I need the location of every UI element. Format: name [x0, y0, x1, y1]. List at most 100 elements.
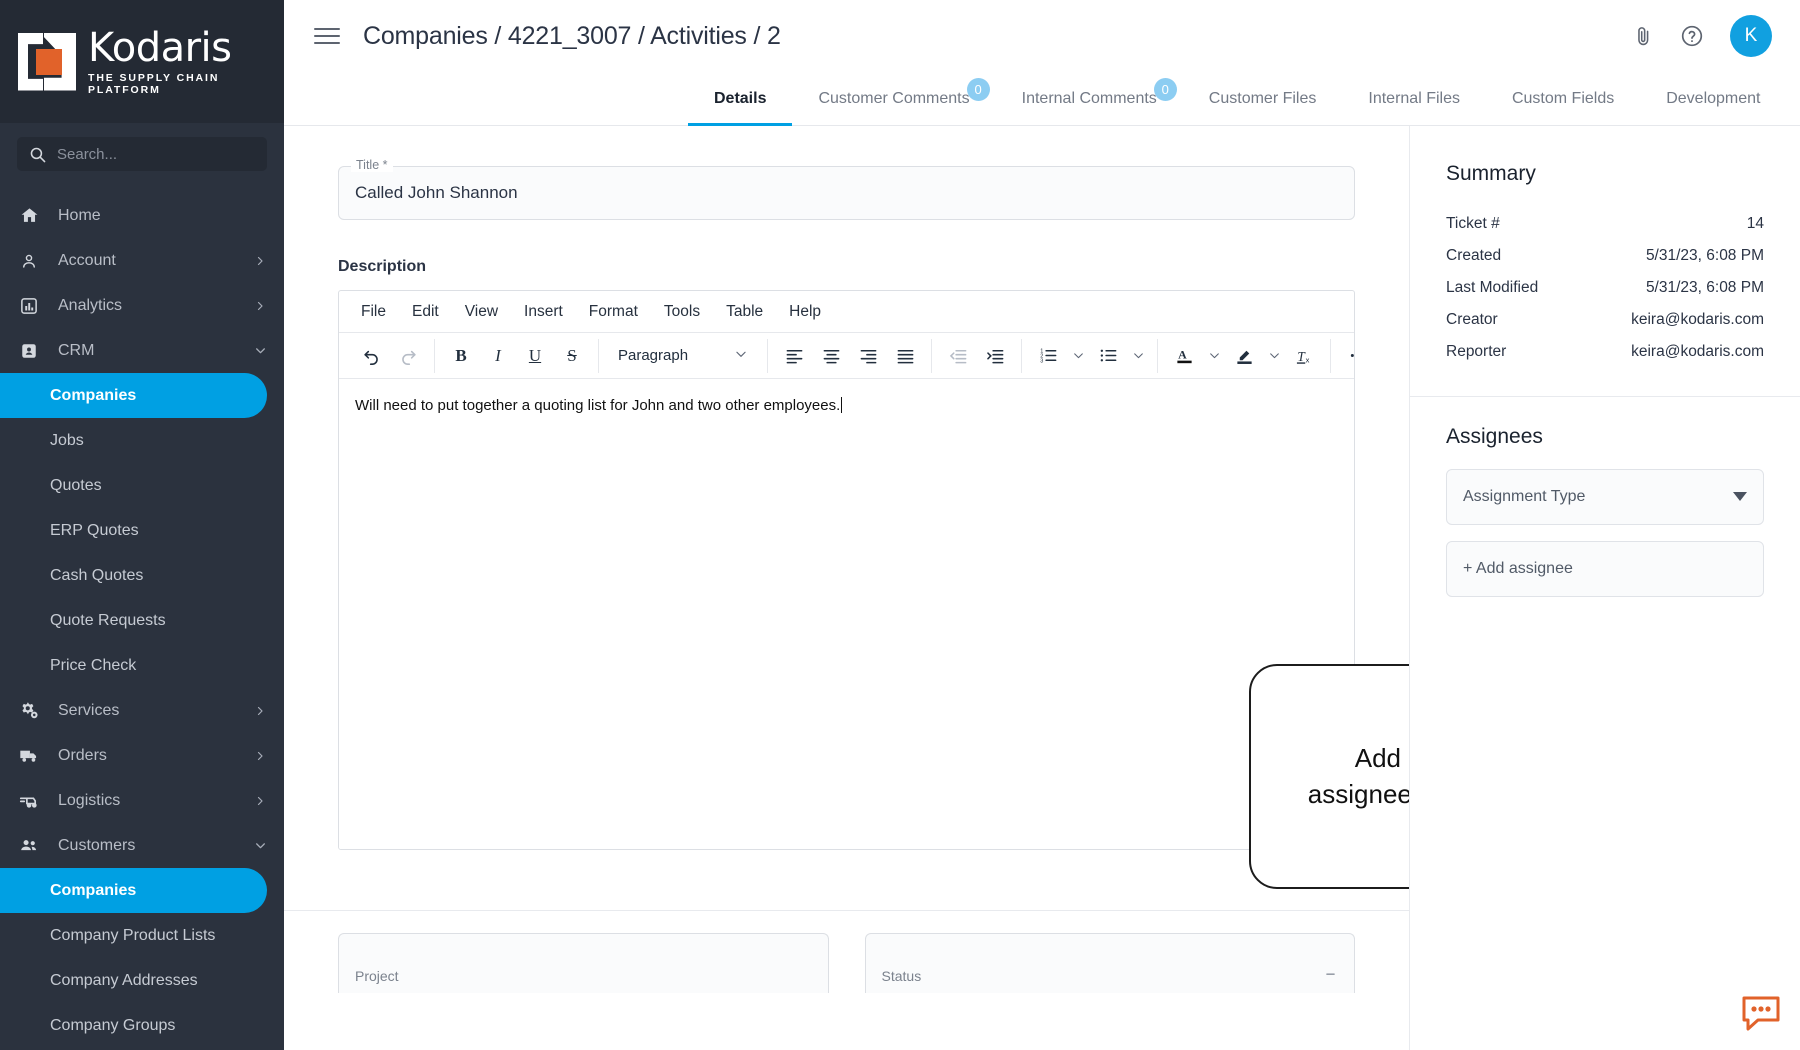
annotation-callout: Add any notes, assignees, etc needed.	[1249, 664, 1409, 889]
menu-tools[interactable]: Tools	[652, 299, 712, 325]
chevron-down-icon	[254, 839, 268, 852]
align-right-icon[interactable]	[851, 339, 885, 373]
menu-insert[interactable]: Insert	[512, 299, 575, 325]
align-left-icon[interactable]	[777, 339, 811, 373]
outdent-icon[interactable]	[941, 339, 975, 373]
add-assignee-button[interactable]: + Add assignee	[1446, 541, 1764, 597]
toolbar-group-history	[345, 338, 435, 373]
sidebar-item-quotes[interactable]: Quotes	[0, 463, 284, 508]
tab-label: Customer Comments	[818, 89, 970, 107]
align-center-icon[interactable]	[814, 339, 848, 373]
menu-help[interactable]: Help	[777, 299, 833, 325]
paperclip-icon[interactable]	[1632, 25, 1654, 47]
tab-customer-comments[interactable]: Customer Comments 0	[792, 72, 995, 125]
align-justify-icon[interactable]	[888, 339, 922, 373]
project-field[interactable]: Project	[338, 933, 829, 993]
sidebar-item-label: Price Check	[50, 656, 137, 674]
bulleted-list-icon[interactable]	[1091, 339, 1125, 373]
details-form-column: Title * Called John Shannon Description …	[284, 126, 1410, 1050]
editor-toolbar: B I U S Paragraph 1 2 3 A T x	[339, 333, 1354, 379]
help-circle-icon[interactable]	[1680, 24, 1704, 48]
assignment-type-select[interactable]: Assignment Type	[1446, 469, 1764, 525]
sidebar-item-label: Orders	[58, 746, 107, 764]
text-color-chevron-down-icon[interactable]	[1204, 339, 1224, 373]
status-dropdown-arrow-icon	[1323, 967, 1338, 983]
toolbar-group-format-select: Paragraph	[599, 338, 768, 373]
sidebar-item-label: Services	[58, 701, 120, 719]
menu-format[interactable]: Format	[577, 299, 650, 325]
numbered-list-chevron-down-icon[interactable]	[1068, 339, 1088, 373]
sidebar-item-quote-requests[interactable]: Quote Requests	[0, 598, 284, 643]
numbered-list-icon[interactable]: 123	[1031, 339, 1065, 373]
tab-development[interactable]: Development	[1640, 72, 1786, 125]
sidebar-item-company-product-lists[interactable]: Company Product Lists	[0, 913, 284, 958]
assignment-type-placeholder: Assignment Type	[1463, 488, 1586, 505]
indent-icon[interactable]	[978, 339, 1012, 373]
more-options-icon[interactable]	[1340, 339, 1354, 373]
text-color-icon[interactable]: A	[1167, 339, 1201, 373]
tab-customer-files[interactable]: Customer Files	[1183, 72, 1343, 125]
app-root: Kodaris THE SUPPLY CHAIN PLATFORM Home	[0, 0, 1800, 1050]
chat-support-icon[interactable]	[1738, 990, 1784, 1036]
search-box[interactable]	[17, 137, 267, 171]
breadcrumb[interactable]: Companies / 4221_3007 / Activities / 2	[363, 22, 781, 51]
status-field[interactable]: Status	[864, 933, 1355, 993]
toolbar-group-lists: 123	[1022, 338, 1158, 373]
highlight-color-chevron-down-icon[interactable]	[1264, 339, 1284, 373]
summary-value: keira@kodaris.com	[1631, 311, 1764, 328]
bold-icon[interactable]: B	[444, 339, 478, 373]
sidebar-item-jobs[interactable]: Jobs	[0, 418, 284, 463]
menu-table[interactable]: Table	[714, 299, 775, 325]
sidebar-item-cash-quotes[interactable]: Cash Quotes	[0, 553, 284, 598]
search-icon	[30, 147, 46, 162]
tab-details[interactable]: Details	[688, 72, 793, 126]
menu-view[interactable]: View	[453, 299, 510, 325]
brand-tagline: THE SUPPLY CHAIN PLATFORM	[88, 71, 220, 96]
sidebar-item-customers[interactable]: Customers	[0, 823, 284, 868]
sidebar-item-company-addresses[interactable]: Company Addresses	[0, 958, 284, 1003]
tab-badge: 0	[966, 78, 990, 101]
redo-icon[interactable]	[391, 339, 425, 373]
search-input[interactable]	[57, 145, 255, 163]
sidebar-item-home[interactable]: Home	[0, 193, 284, 238]
hamburger-icon[interactable]	[314, 23, 340, 49]
chevron-right-icon	[254, 705, 268, 717]
underline-icon[interactable]: U	[518, 339, 552, 373]
menu-file[interactable]: File	[349, 299, 398, 325]
sidebar-item-account[interactable]: Account	[0, 238, 284, 283]
chevron-down-icon	[734, 347, 748, 365]
tab-internal-comments[interactable]: Internal Comments 0	[996, 72, 1183, 125]
sidebar-item-price-check[interactable]: Price Check	[0, 643, 284, 688]
add-assignee-label: + Add assignee	[1463, 560, 1573, 577]
brand-logo[interactable]: Kodaris THE SUPPLY CHAIN PLATFORM	[0, 0, 284, 123]
sidebar-item-analytics[interactable]: Analytics	[0, 283, 284, 328]
tab-custom-fields[interactable]: Custom Fields	[1486, 72, 1640, 125]
sidebar-item-label: Quote Requests	[50, 611, 166, 629]
sidebar-item-orders[interactable]: Orders	[0, 733, 284, 778]
svg-text:3: 3	[1040, 359, 1043, 365]
sidebar-item-crm[interactable]: CRM	[0, 328, 284, 373]
bulleted-list-chevron-down-icon[interactable]	[1128, 339, 1148, 373]
sidebar-item-company-groups[interactable]: Company Groups	[0, 1003, 284, 1048]
editor-content-area[interactable]: Will need to put together a quoting list…	[339, 379, 1354, 849]
sidebar-item-label: Companies	[50, 386, 137, 404]
tab-internal-files[interactable]: Internal Files	[1342, 72, 1486, 125]
sidebar-item-erp-quotes[interactable]: ERP Quotes	[0, 508, 284, 553]
title-field[interactable]: Title * Called John Shannon	[338, 159, 1355, 220]
avatar[interactable]: K	[1730, 15, 1772, 57]
menu-edit[interactable]: Edit	[400, 299, 451, 325]
sidebar-item-customers-companies[interactable]: Companies	[0, 868, 267, 913]
sidebar-item-services[interactable]: Services	[0, 688, 284, 733]
italic-icon[interactable]: I	[481, 339, 515, 373]
tab-label: Details	[714, 89, 767, 107]
strikethrough-icon[interactable]: S	[555, 339, 589, 373]
gears-icon	[18, 701, 40, 720]
highlight-color-icon[interactable]	[1227, 339, 1261, 373]
clear-formatting-icon[interactable]: Tx	[1287, 339, 1321, 373]
delivery-icon	[18, 790, 40, 811]
summary-key: Creator	[1446, 311, 1498, 328]
format-select[interactable]: Paragraph	[608, 339, 758, 373]
undo-icon[interactable]	[354, 339, 388, 373]
sidebar-item-crm-companies[interactable]: Companies	[0, 373, 267, 418]
sidebar-item-logistics[interactable]: Logistics	[0, 778, 284, 823]
